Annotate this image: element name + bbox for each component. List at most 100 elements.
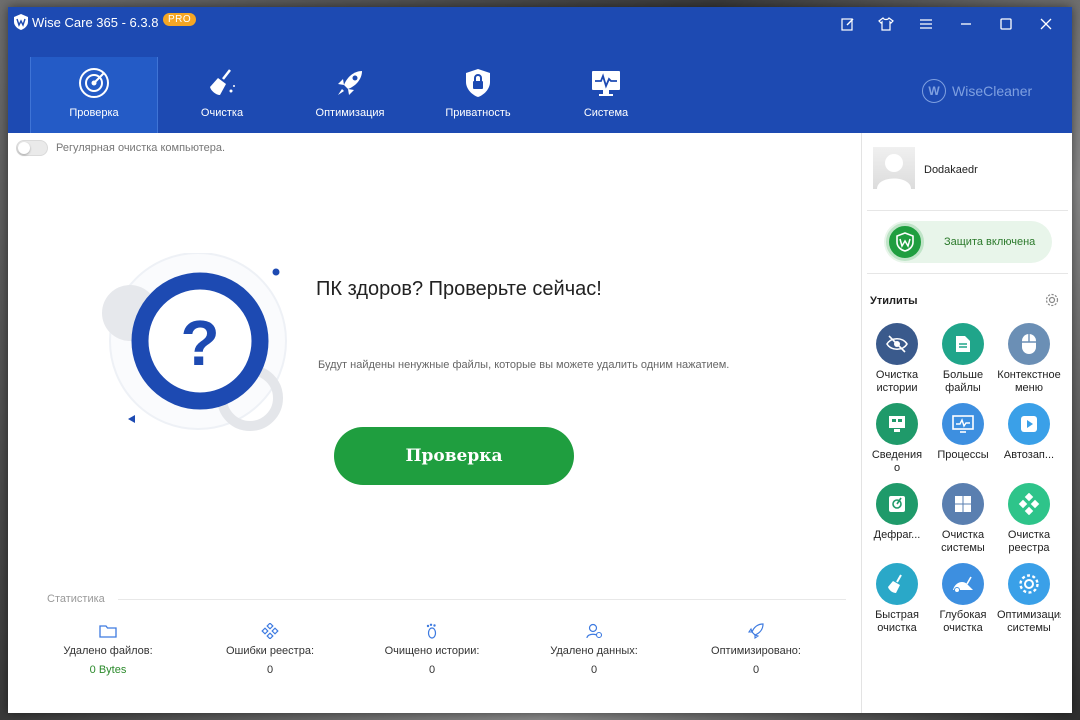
gear-icon[interactable] <box>1045 293 1059 307</box>
main-panel: Регулярная очистка компьютера. ? ПК здор… <box>8 133 861 713</box>
stat-data-deleted: Удалено данных: 0 <box>524 623 664 676</box>
toggle-knob <box>18 142 30 154</box>
header: Wise Care 365 - 6.3.8 PRO Проверка Очист… <box>8 7 1072 133</box>
tool-large-files[interactable]: Больше файлы <box>931 323 995 395</box>
tool-label: Быстрая очистка <box>875 609 919 634</box>
maximize-button[interactable] <box>995 13 1017 35</box>
brand-name: WiseCleaner <box>952 83 1033 99</box>
protection-status-button[interactable]: Защита включена <box>884 221 1052 263</box>
deep-clean-icon <box>942 563 984 605</box>
wisecleaner-logo-icon: W <box>922 79 946 103</box>
nav-label: Приватность <box>445 107 511 119</box>
close-button[interactable] <box>1035 13 1057 35</box>
tool-label: Больше файлы <box>942 369 984 394</box>
nav-tab-privacy[interactable]: Приватность <box>414 57 542 133</box>
tool-startup[interactable]: Автозап... <box>997 403 1061 462</box>
tool-context-menu[interactable]: Контекстное меню <box>997 323 1061 395</box>
tool-label: Дефраг... <box>873 529 921 541</box>
fast-clean-icon <box>876 563 918 605</box>
utilities-title: Утилиты <box>870 295 918 307</box>
stat-label: Удалено файлов: <box>63 645 153 657</box>
tool-system-optimize[interactable]: Оптимизация системы <box>997 563 1061 635</box>
tool-label: Очистка реестра <box>1007 529 1051 554</box>
maximize-icon <box>1000 18 1012 30</box>
wisecleaner-brand[interactable]: W WiseCleaner <box>922 79 1032 103</box>
feedback-button[interactable] <box>837 13 859 35</box>
minimize-icon <box>961 23 971 25</box>
rocket-icon <box>338 71 362 95</box>
mouse-icon <box>1008 323 1050 365</box>
user-data-icon <box>586 623 603 639</box>
stats-title: Статистика <box>47 593 105 605</box>
windows-icon <box>942 483 984 525</box>
nav-tab-clean[interactable]: Очистка <box>158 57 286 133</box>
sidebar: Dodakaedr Защита включена Утилиты Очистк… <box>861 133 1072 713</box>
nav-label: Проверка <box>69 107 119 119</box>
tool-system-clean[interactable]: Очистка системы <box>931 483 995 555</box>
stat-value: 0 <box>590 664 598 676</box>
protection-label: Защита включена <box>944 236 1036 248</box>
main-nav: Проверка Очистка Оптимизация Приватность… <box>30 57 670 133</box>
skin-button[interactable] <box>875 13 897 35</box>
tool-label: Очистка системы <box>941 529 985 554</box>
files-icon <box>942 323 984 365</box>
stat-label: Оптимизировано: <box>711 645 801 657</box>
tool-system-info[interactable]: Сведения о <box>865 403 929 475</box>
sidebar-divider <box>867 210 1068 211</box>
tool-deep-clean[interactable]: Глубокая очистка <box>931 563 995 635</box>
tool-label: Процессы <box>937 449 989 461</box>
protection-shield-icon <box>886 223 924 261</box>
system-info-icon <box>876 403 918 445</box>
tool-history-clean[interactable]: Очистка истории <box>865 323 929 395</box>
footprint-icon <box>426 623 437 639</box>
close-icon <box>1040 18 1052 30</box>
menu-button[interactable] <box>915 13 937 35</box>
scheduled-clean-label: Регулярная очистка компьютера. <box>56 142 226 154</box>
rocket-small-icon <box>747 623 764 639</box>
nav-tab-system[interactable]: Система <box>542 57 670 133</box>
processes-icon <box>942 403 984 445</box>
tool-label: Контекстное меню <box>997 369 1061 394</box>
registry-clean-icon <box>1008 483 1050 525</box>
stat-label: Очищено истории: <box>384 645 480 657</box>
stat-label: Ошибки реестра: <box>225 645 315 657</box>
avatar[interactable] <box>873 147 915 189</box>
health-check-illustration: ? <box>100 253 287 431</box>
nav-tab-optimize[interactable]: Оптимизация <box>286 57 414 133</box>
tool-registry-clean[interactable]: Очистка реестра <box>997 483 1061 555</box>
stat-history-cleaned: Очищено истории: 0 <box>362 623 502 676</box>
titlebar: Wise Care 365 - 6.3.8 PRO <box>8 7 1072 39</box>
tool-label: Автозап... <box>1003 449 1055 461</box>
radar-icon <box>79 68 109 98</box>
user-name[interactable]: Dodakaedr <box>924 164 978 176</box>
optimize-icon <box>1008 563 1050 605</box>
stat-label: Удалено данных: <box>550 645 638 657</box>
sidebar-divider <box>867 273 1068 274</box>
scan-button[interactable]: Проверка <box>334 427 574 485</box>
tshirt-icon <box>878 17 894 31</box>
lock-icon <box>466 69 490 97</box>
scheduled-clean-toggle[interactable] <box>16 140 48 156</box>
stat-value: 0 Bytes <box>89 664 127 676</box>
menu-icon <box>920 19 932 29</box>
tool-label: Оптимизация системы <box>997 609 1061 634</box>
tool-defrag[interactable]: Дефраг... <box>865 483 929 542</box>
app-title: Wise Care 365 - 6.3.8 <box>32 15 159 30</box>
tool-processes[interactable]: Процессы <box>931 403 995 462</box>
nav-tab-check[interactable]: Проверка <box>30 57 158 133</box>
minimize-button[interactable] <box>955 13 977 35</box>
svg-text:?: ? <box>180 307 219 379</box>
monitor-icon <box>592 71 620 96</box>
edit-icon <box>841 18 854 31</box>
nav-label: Очистка <box>200 107 244 119</box>
stat-deleted-files: Удалено файлов: 0 Bytes <box>38 623 178 676</box>
nav-label: Оптимизация <box>315 107 385 119</box>
tool-fast-clean[interactable]: Быстрая очистка <box>865 563 929 635</box>
hero-title: ПК здоров? Проверьте сейчас! <box>316 278 602 300</box>
pro-badge: PRO <box>163 13 197 26</box>
hero-subtitle: Будут найдены ненужные файлы, которые вы… <box>318 359 730 371</box>
tool-label: Сведения о <box>871 449 923 474</box>
app-logo-icon <box>14 14 28 30</box>
stat-value: 0 <box>428 664 436 676</box>
stat-value: 0 <box>752 664 760 676</box>
